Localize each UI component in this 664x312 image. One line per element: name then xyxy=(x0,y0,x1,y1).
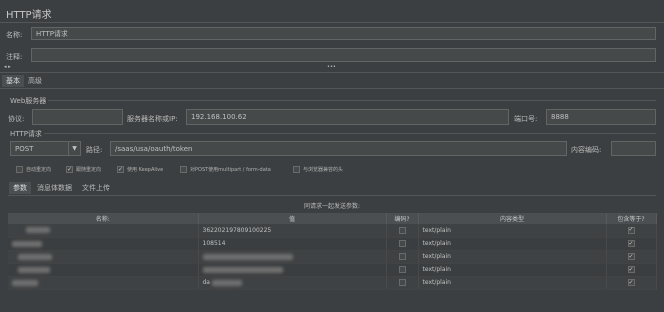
option-label: 使用 KeepAlive xyxy=(127,167,164,173)
http-request-line xyxy=(44,133,656,134)
params-caption: 同请求一起发送参数: xyxy=(303,203,361,210)
header-encode[interactable]: 编码? xyxy=(386,213,419,224)
option-browser-headers[interactable]: 与浏览器兼容的头 xyxy=(293,166,343,173)
params-table: 名称: 值 编码? 内容类型 包含等于? 362202197809100225 … xyxy=(8,213,657,290)
tab-advanced[interactable]: 高级 xyxy=(24,75,46,87)
checkbox-auto-redirect[interactable] xyxy=(16,166,23,173)
split-divider xyxy=(0,72,664,73)
param-name-cell[interactable] xyxy=(8,237,199,251)
split-arrows-icon[interactable]: ◂ ▸ xyxy=(4,64,11,70)
comment-input[interactable] xyxy=(31,48,656,62)
content-type-cell[interactable]: text/plain xyxy=(418,224,607,238)
table-row[interactable]: 108514 text/plain ✓ xyxy=(8,237,657,251)
param-value-cell[interactable] xyxy=(198,250,387,264)
port-label: 端口号: xyxy=(514,115,538,123)
include-equals-cell[interactable]: ✓ xyxy=(606,224,657,238)
include-equals-cell[interactable]: ✓ xyxy=(606,237,657,251)
method-select[interactable]: POST ▼ xyxy=(10,141,81,156)
include-equals-checkbox[interactable]: ✓ xyxy=(627,240,635,247)
split-handle[interactable]: ••• xyxy=(327,64,336,70)
encoding-input[interactable] xyxy=(611,141,656,156)
content-type-cell[interactable]: text/plain xyxy=(418,263,607,277)
host-label: 服务器名称或IP: xyxy=(127,115,178,123)
option-label: 对POST使用multipart / form-data xyxy=(190,167,271,173)
param-value-cell[interactable] xyxy=(198,263,387,277)
content-type-cell[interactable]: text/plain xyxy=(418,237,607,251)
table-row[interactable]: text/plain ✓ xyxy=(8,250,657,264)
table-row[interactable]: da text/plain ✓ xyxy=(8,276,657,290)
port-input[interactable]: 8888 xyxy=(546,109,656,125)
encode-checkbox[interactable] xyxy=(398,279,406,286)
tabs-divider xyxy=(0,88,664,89)
option-follow-redirect[interactable]: ✓ 跟随重定向 xyxy=(66,166,101,173)
path-label: 路径: xyxy=(86,146,103,154)
header-include-equals[interactable]: 包含等于? xyxy=(606,213,657,224)
include-equals-checkbox[interactable]: ✓ xyxy=(627,226,635,234)
method-value: POST xyxy=(15,144,34,153)
param-name-cell[interactable] xyxy=(8,276,199,290)
web-server-legend: Web服务器 xyxy=(10,97,47,105)
name-label: 名称: xyxy=(6,31,23,39)
header-name[interactable]: 名称: xyxy=(8,213,199,224)
option-label: 跟随重定向 xyxy=(76,167,102,173)
protocol-label: 协议: xyxy=(8,115,25,123)
option-keepalive[interactable]: ✓ 使用 KeepAlive xyxy=(117,166,163,173)
protocol-input[interactable] xyxy=(32,109,123,125)
tab-file-upload[interactable]: 文件上传 xyxy=(78,182,114,194)
tab-parameters[interactable]: 参数 xyxy=(9,182,31,194)
encode-checkbox[interactable] xyxy=(398,266,406,273)
title-divider xyxy=(0,22,664,23)
include-equals-cell[interactable]: ✓ xyxy=(606,250,657,264)
option-label: 与浏览器兼容的头 xyxy=(303,167,344,173)
option-auto-redirect[interactable]: 自动重定向 xyxy=(16,166,51,173)
param-value-text: da xyxy=(202,279,211,286)
encode-cell[interactable] xyxy=(386,224,419,238)
param-name-cell[interactable] xyxy=(8,250,199,264)
checkbox-browser-headers[interactable] xyxy=(293,166,300,173)
encode-cell[interactable] xyxy=(386,263,419,277)
window-title: HTTP请求 xyxy=(6,10,52,21)
checkbox-multipart[interactable] xyxy=(180,166,187,173)
include-equals-checkbox[interactable]: ✓ xyxy=(627,279,635,286)
encoding-label: 内容编码: xyxy=(571,146,602,154)
include-equals-cell[interactable]: ✓ xyxy=(606,276,657,290)
encode-checkbox[interactable] xyxy=(398,253,406,260)
param-name-cell[interactable] xyxy=(8,224,199,238)
header-value[interactable]: 值 xyxy=(198,213,387,224)
param-name-cell[interactable] xyxy=(8,263,199,277)
name-input[interactable]: HTTP请求 xyxy=(31,27,656,40)
chevron-down-icon: ▼ xyxy=(68,142,80,155)
subtabs-divider xyxy=(8,195,656,196)
table-row[interactable]: 362202197809100225 text/plain ✓ xyxy=(8,224,657,238)
content-type-cell[interactable]: text/plain xyxy=(418,250,607,264)
tab-body-data[interactable]: 消息体数据 xyxy=(33,182,76,194)
checkbox-follow-redirect[interactable]: ✓ xyxy=(66,166,73,173)
encode-cell[interactable] xyxy=(386,237,419,251)
include-equals-cell[interactable]: ✓ xyxy=(606,263,657,277)
table-row[interactable]: text/plain ✓ xyxy=(8,263,657,277)
encode-checkbox[interactable] xyxy=(398,226,406,234)
path-input[interactable]: /saas/usa/oauth/token xyxy=(110,141,567,156)
http-request-legend: HTTP请求 xyxy=(10,130,42,138)
option-label: 自动重定向 xyxy=(26,167,52,173)
header-content-type[interactable]: 内容类型 xyxy=(418,213,607,224)
table-header-row: 名称: 值 编码? 内容类型 包含等于? xyxy=(8,213,657,224)
param-value-cell[interactable]: 108514 xyxy=(198,237,387,251)
encode-cell[interactable] xyxy=(386,250,419,264)
param-value-cell[interactable]: 362202197809100225 xyxy=(198,224,387,238)
option-multipart[interactable]: 对POST使用multipart / form-data xyxy=(180,166,271,173)
param-value-cell[interactable]: da xyxy=(198,276,387,290)
host-input[interactable]: 192.168.100.62 xyxy=(186,109,509,125)
include-equals-checkbox[interactable]: ✓ xyxy=(627,253,635,260)
encode-checkbox[interactable] xyxy=(398,240,406,247)
comment-label: 注释: xyxy=(6,53,23,61)
tab-basic[interactable]: 基本 xyxy=(2,75,24,87)
include-equals-checkbox[interactable]: ✓ xyxy=(627,266,635,273)
web-server-line xyxy=(48,100,656,101)
content-type-cell[interactable]: text/plain xyxy=(418,276,607,290)
encode-cell[interactable] xyxy=(386,276,419,290)
checkbox-keepalive[interactable]: ✓ xyxy=(117,166,124,173)
